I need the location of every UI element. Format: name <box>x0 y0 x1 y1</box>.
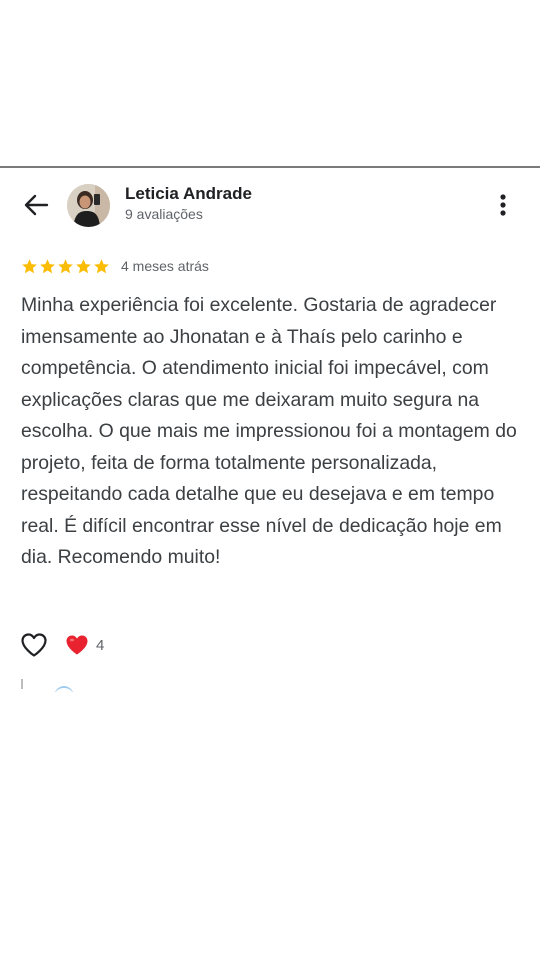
star-icon <box>40 258 55 273</box>
star-icon <box>58 258 73 273</box>
author-name[interactable]: Leticia Andrade <box>125 184 252 204</box>
star-icon <box>76 258 91 273</box>
more-vertical-icon <box>500 194 506 216</box>
reaction-summary[interactable]: 4 <box>65 634 104 656</box>
partial-divider <box>21 679 23 689</box>
like-button[interactable] <box>20 632 48 658</box>
review-text: Minha experiência foi excelente. Gostari… <box>21 294 517 568</box>
star-rating <box>21 258 110 275</box>
arrow-left-icon <box>24 194 49 216</box>
avatar[interactable] <box>67 184 110 227</box>
reaction-count: 4 <box>96 636 105 654</box>
heart-outline-icon <box>21 633 47 657</box>
partial-avatar <box>54 686 74 692</box>
more-options-button[interactable] <box>490 190 516 220</box>
author-review-count: 9 avaliações <box>125 206 203 222</box>
review-date: 4 meses atrás <box>121 258 209 274</box>
rating-row: 4 meses atrás <box>21 256 209 276</box>
heart-filled-icon <box>66 635 88 655</box>
avatar-photo <box>67 184 110 227</box>
back-button[interactable] <box>20 190 52 220</box>
star-icon <box>22 258 37 273</box>
top-divider <box>0 166 540 168</box>
star-icon <box>94 258 109 273</box>
